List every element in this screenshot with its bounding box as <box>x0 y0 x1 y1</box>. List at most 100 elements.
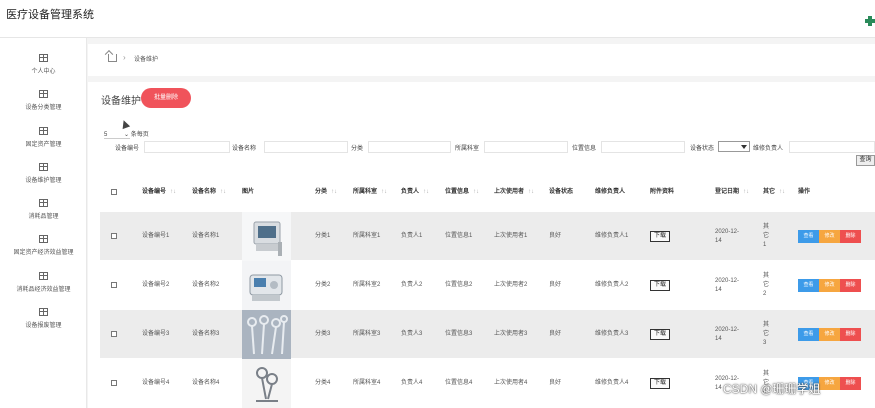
sort-icon[interactable]: ↑↓ <box>381 188 387 197</box>
row-checkbox[interactable] <box>111 380 117 386</box>
watermark: CSDN @珊珊学姐 <box>723 382 821 396</box>
sort-icon[interactable]: ↑↓ <box>779 188 785 197</box>
header-label: 设备状态 <box>549 188 574 195</box>
view-button[interactable]: 查看 <box>798 328 819 341</box>
filter-input-repair-owner[interactable] <box>789 141 875 153</box>
sidebar-item-label: 设备报废管理 <box>25 323 62 329</box>
cell-category: 分类2 <box>315 282 331 288</box>
sidebar-item-profile[interactable]: 个人中心 <box>0 54 87 84</box>
sort-icon[interactable]: ↑↓ <box>331 188 337 197</box>
row-checkbox[interactable] <box>111 233 117 239</box>
mouse-cursor-icon <box>119 118 131 130</box>
edit-button[interactable]: 修改 <box>819 328 840 341</box>
filter-bar: 设备编号 设备名称 分类 所属科室 位置信息 设备状态 维修负责人 <box>88 141 875 155</box>
col-header-name[interactable]: 设备名称 ↑↓ <box>192 172 240 212</box>
delete-button[interactable]: 删除 <box>840 377 861 390</box>
app-title: 医疗设备管理系统 <box>6 9 94 21</box>
table-row: 设备编号2 设备名称2 分类2 所属科室2 负责人2 位置信息2 上次使用者2 … <box>100 261 875 310</box>
header-label: 设备名称 <box>192 188 217 195</box>
edit-button[interactable]: 修改 <box>819 377 840 390</box>
cell-code: 设备编号1 <box>142 233 170 239</box>
grid-icon <box>39 127 48 135</box>
download-button[interactable]: 下载 <box>650 378 670 389</box>
grid-icon <box>39 308 48 316</box>
home-icon[interactable] <box>108 54 117 62</box>
cell-other: 其它1 <box>763 224 770 248</box>
cell-status: 良好 <box>549 331 562 337</box>
delete-button[interactable]: 删除 <box>840 328 861 341</box>
col-header-status[interactable]: 设备状态 <box>549 172 585 212</box>
sort-icon[interactable]: ↑↓ <box>423 188 429 197</box>
sidebar-item-consumable-benefit[interactable]: 消耗品经济效益管理 <box>0 272 87 302</box>
header-label: 图片 <box>242 188 255 195</box>
search-button[interactable]: 查询 <box>856 155 875 166</box>
sidebar-item-device-scrap[interactable]: 设备报废管理 <box>0 308 87 338</box>
col-header-date[interactable]: 登记日期 ↑↓ <box>715 172 763 212</box>
cell-repair-owner: 维修负责人3 <box>595 331 629 337</box>
per-page-select[interactable]: 5 ⌄ 条每页 <box>104 129 149 139</box>
cell-repair-owner: 维修负责人1 <box>595 233 629 239</box>
filter-input-code[interactable] <box>144 141 230 153</box>
sidebar: 个人中心 设备分类管理 固定资产管理 设备维护管理 消耗品管理 固定资产经济效益… <box>0 38 87 408</box>
col-header-category[interactable]: 分类 ↑↓ <box>315 172 351 212</box>
col-header-dept[interactable]: 所属科室 ↑↓ <box>353 172 399 212</box>
download-button[interactable]: 下载 <box>650 329 670 340</box>
col-header-code[interactable]: 设备编号 ↑↓ <box>142 172 190 212</box>
download-button[interactable]: 下载 <box>650 231 670 242</box>
col-header-location[interactable]: 位置信息 ↑↓ <box>445 172 491 212</box>
cell-location: 位置信息1 <box>445 233 473 239</box>
filter-label-repair-owner: 维修负责人 <box>753 146 784 152</box>
view-button[interactable]: 查看 <box>798 230 819 243</box>
filter-input-location[interactable] <box>601 141 685 153</box>
col-header-last-user[interactable]: 上次使用者 ↑↓ <box>494 172 544 212</box>
filter-select-status[interactable] <box>718 141 750 152</box>
cell-dept: 所属科室3 <box>353 331 381 337</box>
cell-code: 设备编号3 <box>142 331 170 337</box>
per-page-label: 条每页 <box>130 132 149 138</box>
filter-label-dept: 所属科室 <box>455 146 480 152</box>
col-header-owner[interactable]: 负责人 ↑↓ <box>401 172 441 212</box>
header-label: 操作 <box>798 188 811 195</box>
header-label: 登记日期 <box>715 188 740 195</box>
sidebar-item-device-maintenance[interactable]: 设备维护管理 <box>0 163 87 193</box>
filter-input-name[interactable] <box>264 141 348 153</box>
cell-attachment: 下载 <box>650 310 680 359</box>
header-label: 位置信息 <box>445 188 470 195</box>
delete-button[interactable]: 删除 <box>840 230 861 243</box>
cell-name: 设备名称1 <box>192 233 220 239</box>
edit-button[interactable]: 修改 <box>819 279 840 292</box>
grid-icon <box>39 90 48 98</box>
sort-icon[interactable]: ↑↓ <box>473 188 479 197</box>
sidebar-item-fixed-assets[interactable]: 固定资产管理 <box>0 127 87 157</box>
medical-cross-icon[interactable] <box>865 16 875 26</box>
cell-owner: 负责人3 <box>401 331 423 337</box>
sidebar-item-fixed-asset-benefit[interactable]: 固定资产经济效益管理 <box>0 235 87 265</box>
filter-input-category[interactable] <box>368 141 451 153</box>
sidebar-item-label: 设备维护管理 <box>25 178 62 184</box>
batch-delete-button[interactable]: 批量删除 <box>141 88 191 108</box>
sort-icon[interactable]: ↑↓ <box>743 188 749 197</box>
table-row: 设备编号1 设备名称1 分类1 所属科室1 负责人1 位置信息1 上次使用者1 … <box>100 212 875 261</box>
sort-icon[interactable]: ↑↓ <box>220 188 226 197</box>
sort-icon[interactable]: ↑↓ <box>170 188 176 197</box>
cell-last-user: 上次使用者3 <box>494 331 528 337</box>
row-checkbox[interactable] <box>111 331 117 337</box>
delete-button[interactable]: 删除 <box>840 279 861 292</box>
cell-name: 设备名称3 <box>192 331 220 337</box>
col-header-other[interactable]: 其它 ↑↓ <box>763 172 795 212</box>
grid-icon <box>39 163 48 171</box>
download-button[interactable]: 下载 <box>650 280 670 291</box>
sidebar-item-label: 固定资产经济效益管理 <box>13 250 74 256</box>
cell-dept: 所属科室2 <box>353 282 381 288</box>
cell-other: 其它3 <box>763 322 770 346</box>
row-checkbox[interactable] <box>111 282 117 288</box>
view-button[interactable]: 查看 <box>798 279 819 292</box>
col-header-repair-owner[interactable]: 维修负责人 <box>595 172 647 212</box>
device-image <box>242 261 291 310</box>
sidebar-item-device-category[interactable]: 设备分类管理 <box>0 90 87 120</box>
edit-button[interactable]: 修改 <box>819 230 840 243</box>
sort-icon[interactable]: ↑↓ <box>528 188 534 197</box>
filter-input-dept[interactable] <box>484 141 568 153</box>
sidebar-item-consumables[interactable]: 消耗品管理 <box>0 199 87 229</box>
select-all-checkbox[interactable] <box>111 189 117 195</box>
